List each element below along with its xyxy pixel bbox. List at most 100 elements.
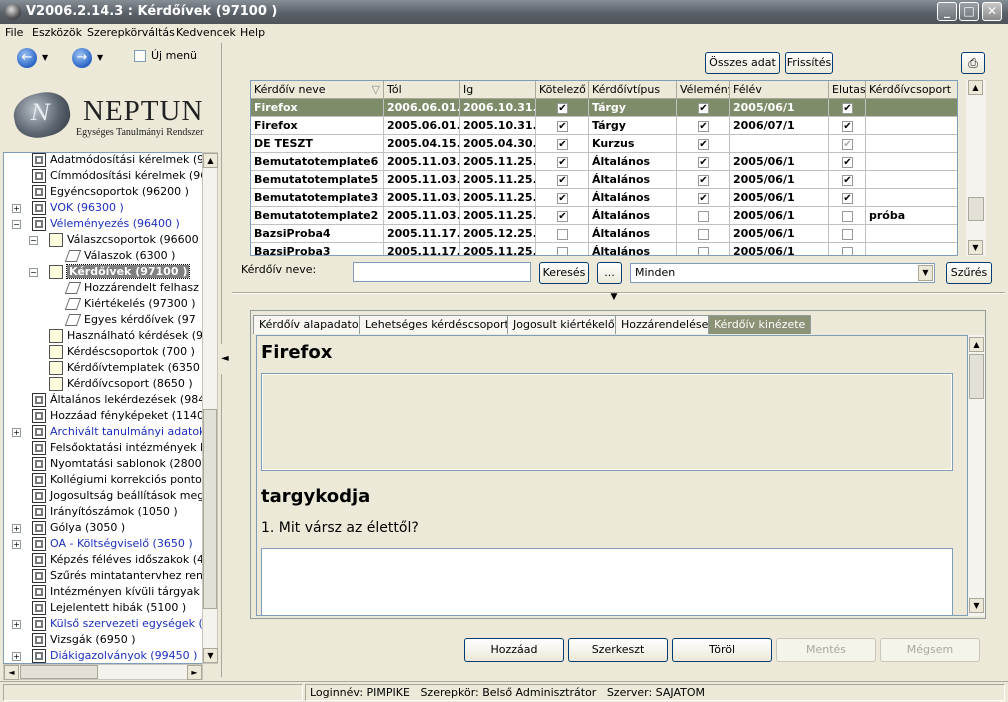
checkbox-icon[interactable]: ✔ (698, 193, 709, 204)
all-data-button[interactable]: Összes adat (705, 52, 780, 74)
checkbox-icon[interactable]: ✔ (842, 139, 853, 150)
chevron-down-icon[interactable]: ▼ (918, 265, 933, 281)
grid-header-col-semester[interactable]: Félév (730, 81, 829, 99)
back-arrow-icon[interactable]: ← (17, 48, 37, 68)
filter-button[interactable]: Szűrés (946, 262, 992, 284)
tree-item[interactable]: Irányítószámok (1050 ) (4, 504, 202, 520)
maximize-button[interactable]: □ (959, 2, 979, 21)
collapse-pane-icon[interactable]: ◄ (221, 344, 230, 374)
tree-item[interactable]: + Diákigazolványok (99450 ) (4, 648, 202, 663)
checkbox-icon[interactable]: ✔ (557, 121, 568, 132)
collapse-icon[interactable]: − (12, 220, 21, 229)
checkbox-icon[interactable]: ✔ (557, 139, 568, 150)
tree-item[interactable]: − Kérdőívek (97100 ) (4, 264, 202, 280)
checkbox-icon[interactable]: ✔ (698, 175, 709, 186)
cancel-button[interactable]: Mégsem (880, 638, 980, 662)
tree-item[interactable]: − Véleményezés (96400 ) (4, 216, 202, 232)
checkbox-icon[interactable] (698, 229, 709, 240)
expand-icon[interactable]: + (12, 524, 21, 533)
tree-item[interactable]: Lejelentett hibák (5100 ) (4, 600, 202, 616)
delete-button[interactable]: Töröl (672, 638, 772, 662)
tree-item[interactable]: Hozzárendelt felhasz (4, 280, 202, 296)
grid-header-col-rejectable[interactable]: Elutasítható (829, 81, 866, 99)
new-menu-checkbox[interactable] (134, 50, 146, 62)
close-button[interactable]: ✕ (982, 2, 1002, 21)
checkbox-icon[interactable]: ✔ (842, 103, 853, 114)
menu-role-switch[interactable]: Szerepkörváltás (87, 26, 175, 39)
preview-scrollbar[interactable]: ▲ ▼ (968, 335, 985, 616)
tree-vertical-scrollbar[interactable]: ▲ ▼ (202, 152, 218, 664)
table-row[interactable]: Bemutatotemplate2 (VB2005.11.03.2005.11.… (251, 207, 957, 225)
table-row[interactable]: BazsiProba4 2005.11.17. 2005.12.25. Általán… (251, 225, 957, 243)
grid-header-col-opinion[interactable]: Vélemény (677, 81, 730, 99)
grid-scroll-up-icon[interactable]: ▲ (968, 80, 983, 95)
tree-item[interactable]: Nyomtatási sablonok (28000 (4, 456, 202, 472)
tree-item[interactable]: Adatmódosítási kérelmek (96 (4, 153, 202, 168)
tree-item[interactable]: + VOK (96300 ) (4, 200, 202, 216)
checkbox-icon[interactable]: ✔ (698, 103, 709, 114)
grid-header-col-name[interactable]: Kérdőív neve ▽ (251, 81, 384, 99)
preview-scroll-down-icon[interactable]: ▼ (969, 598, 984, 613)
name-filter-input[interactable] (353, 262, 531, 282)
expand-icon[interactable]: + (12, 652, 21, 661)
checkbox-icon[interactable]: ✔ (842, 157, 853, 168)
checkbox-icon[interactable] (557, 229, 568, 240)
refresh-button[interactable]: Frissítés (785, 52, 833, 74)
tree-hscroll-thumb[interactable] (20, 665, 98, 679)
tree-item[interactable]: − Válaszcsoportok (96600 (4, 232, 202, 248)
export-icon[interactable]: ⎙ (961, 52, 985, 74)
tab-assignments[interactable]: Hozzárendelések (615, 315, 721, 334)
tree-item[interactable]: Általános lekérdezések (984 (4, 392, 202, 408)
collapse-icon[interactable]: − (29, 268, 38, 277)
add-button[interactable]: Hozzáad (464, 638, 564, 662)
checkbox-icon[interactable]: ✔ (557, 103, 568, 114)
checkbox-icon[interactable]: ✔ (557, 175, 568, 186)
answer-area[interactable] (261, 548, 953, 615)
table-row[interactable]: Firefox 2006.06.01. 2006.10.31. ✔ Tárgy ✔ 2005… (251, 99, 957, 117)
menu-favorites[interactable]: Kedvencek (176, 26, 236, 39)
tree-item[interactable]: Szűrés mintatantervhez rend (4, 568, 202, 584)
checkbox-icon[interactable] (698, 247, 709, 255)
checkbox-icon[interactable]: ✔ (842, 193, 853, 204)
search-button[interactable]: Keresés (539, 262, 589, 284)
browse-button[interactable]: ... (597, 262, 622, 284)
checkbox-icon[interactable] (557, 247, 568, 255)
tree-item[interactable]: Kollégiumi korrekciós pontok (4, 472, 202, 488)
menu-tools[interactable]: Eszközök (32, 26, 82, 39)
tree-scroll-thumb[interactable] (203, 409, 217, 609)
grid-scroll-down-icon[interactable]: ▼ (968, 240, 983, 255)
tree-item[interactable]: Képzés féléves időszakok (4 (4, 552, 202, 568)
checkbox-icon[interactable] (842, 247, 853, 255)
tree-item[interactable]: Egyes kérdőívek (97 (4, 312, 202, 328)
grid-header-col-from[interactable]: Tól (384, 81, 460, 99)
description-area[interactable] (261, 373, 953, 471)
scroll-right-icon[interactable]: ► (187, 665, 202, 680)
sort-icon[interactable]: ▽ (372, 83, 380, 96)
expand-icon[interactable]: + (12, 428, 21, 437)
preview-scroll-up-icon[interactable]: ▲ (969, 337, 984, 352)
collapse-icon[interactable]: − (29, 236, 38, 245)
tree-item[interactable]: Felsőoktatási intézmények lis (4, 440, 202, 456)
tree-item[interactable]: Használható kérdések (9 (4, 328, 202, 344)
tree-item[interactable]: + OA - Költségviselő (3650 ) (4, 536, 202, 552)
grid-scroll-thumb[interactable] (968, 197, 984, 221)
scroll-up-icon[interactable]: ▲ (203, 153, 218, 168)
tree-item[interactable]: Kérdéscsoportok (700 ) (4, 344, 202, 360)
checkbox-icon[interactable] (842, 229, 853, 240)
grid-header-col-mandatory[interactable]: Kötelező (536, 81, 589, 99)
type-filter-select[interactable]: Minden ▼ (630, 263, 935, 283)
checkbox-icon[interactable]: ✔ (842, 121, 853, 132)
table-row[interactable]: Bemutatotemplate3 (VB2005.11.03.2005.11.… (251, 189, 957, 207)
checkbox-icon[interactable]: ✔ (698, 157, 709, 168)
tree-item[interactable]: Jogosultság beállítások meg (4, 488, 202, 504)
tree-horizontal-scrollbar[interactable]: ◄ ► (3, 664, 203, 680)
tree-item[interactable]: Kérdőívcsoport (8650 ) (4, 376, 202, 392)
checkbox-icon[interactable]: ✔ (557, 193, 568, 204)
back-dropdown-icon[interactable]: ▼ (42, 53, 48, 62)
grid-vertical-scrollbar[interactable]: ▲ ▼ (966, 80, 986, 256)
checkbox-icon[interactable]: ✔ (698, 139, 709, 150)
table-row[interactable]: BazsiProba3 2005.11.17. 2005.11.25. Általán… (251, 243, 957, 255)
tab-basic-data[interactable]: Kérdőív alapadatok (253, 315, 371, 334)
tab-appearance[interactable]: Kérdőív kinézete (708, 315, 812, 334)
grid-header-col-to[interactable]: Ig (460, 81, 536, 99)
